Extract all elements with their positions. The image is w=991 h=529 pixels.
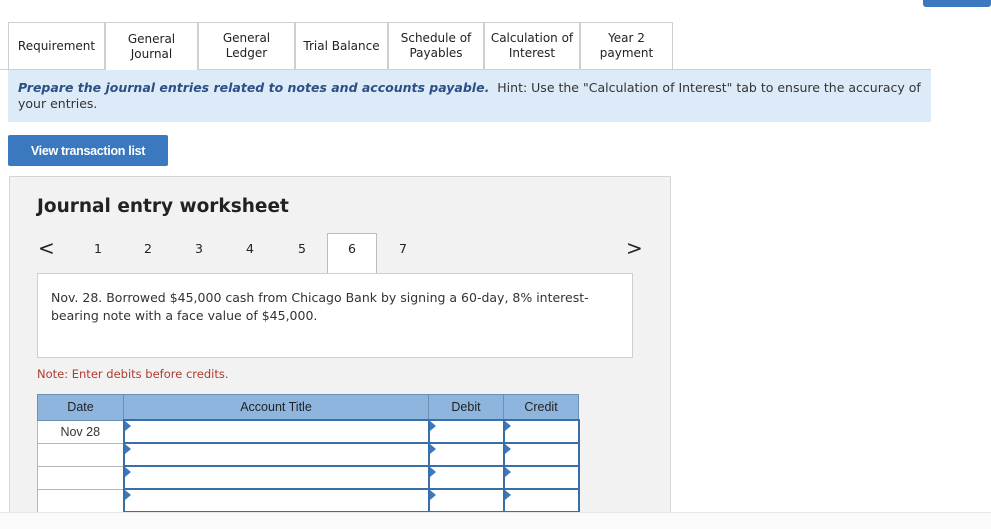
date-cell (37, 442, 124, 467)
header-debit: Debit (428, 394, 504, 421)
account-title-input[interactable] (122, 442, 430, 467)
transaction-description: Nov. 28. Borrowed $45,000 cash from Chic… (37, 273, 633, 358)
table-row (37, 488, 580, 513)
dropdown-indicator-icon (504, 490, 511, 500)
account-title-input[interactable] (122, 419, 430, 444)
date-cell: Nov 28 (37, 419, 124, 444)
credit-input[interactable] (502, 465, 580, 490)
table-row: Nov 28 (37, 419, 580, 444)
top-right-button[interactable] (923, 0, 991, 7)
journal-table: Date Account Title Debit Credit Nov 28 (37, 394, 580, 513)
next-arrow-icon[interactable]: > (626, 236, 643, 260)
header-credit: Credit (503, 394, 579, 421)
page-4[interactable]: 4 (246, 241, 254, 256)
date-cell (37, 488, 124, 513)
page-5[interactable]: 5 (298, 241, 306, 256)
credit-input[interactable] (502, 488, 580, 513)
debit-input[interactable] (427, 465, 505, 490)
dropdown-indicator-icon (504, 421, 511, 431)
page-2[interactable]: 2 (144, 241, 152, 256)
debit-input[interactable] (427, 442, 505, 467)
page-7[interactable]: 7 (399, 241, 407, 256)
tab-calculation-of-interest[interactable]: Calculation of Interest (484, 22, 580, 69)
header-account-title: Account Title (123, 394, 429, 421)
dropdown-indicator-icon (124, 490, 131, 500)
dropdown-indicator-icon (124, 467, 131, 477)
account-title-input[interactable] (122, 465, 430, 490)
dropdown-indicator-icon (504, 444, 511, 454)
debit-input[interactable] (427, 488, 505, 513)
page-6[interactable]: 6 (348, 241, 356, 256)
table-row (37, 442, 580, 467)
tab-general-ledger[interactable]: General Ledger (198, 22, 295, 69)
view-transaction-list-button[interactable]: View transaction list (8, 135, 168, 166)
tab-schedule-of-payables[interactable]: Schedule of Payables (388, 22, 484, 69)
tab-requirement[interactable]: Requirement (8, 22, 105, 69)
tab-general-journal[interactable]: General Journal (105, 22, 198, 70)
account-title-input[interactable] (122, 488, 430, 513)
tab-trial-balance[interactable]: Trial Balance (295, 22, 388, 69)
worksheet-title: Journal entry worksheet (37, 196, 289, 217)
header-date: Date (37, 394, 124, 421)
debit-credit-note: Note: Enter debits before credits. (37, 367, 229, 381)
dropdown-indicator-icon (429, 490, 436, 500)
credit-input[interactable] (502, 442, 580, 467)
dropdown-indicator-icon (124, 444, 131, 454)
date-cell (37, 465, 124, 490)
page-1[interactable]: 1 (94, 241, 102, 256)
prev-arrow-icon[interactable]: < (38, 236, 55, 260)
tab-year-2-payment[interactable]: Year 2 payment (580, 22, 673, 69)
dropdown-indicator-icon (429, 421, 436, 431)
instructions-text: Prepare the journal entries related to n… (18, 80, 490, 95)
dropdown-indicator-icon (429, 467, 436, 477)
dropdown-indicator-icon (429, 444, 436, 454)
bottom-strip (0, 512, 991, 529)
instructions-banner: Prepare the journal entries related to n… (8, 70, 931, 122)
table-row (37, 465, 580, 490)
credit-input[interactable] (502, 419, 580, 444)
dropdown-indicator-icon (504, 467, 511, 477)
debit-input[interactable] (427, 419, 505, 444)
dropdown-indicator-icon (124, 421, 131, 431)
page-3[interactable]: 3 (195, 241, 203, 256)
